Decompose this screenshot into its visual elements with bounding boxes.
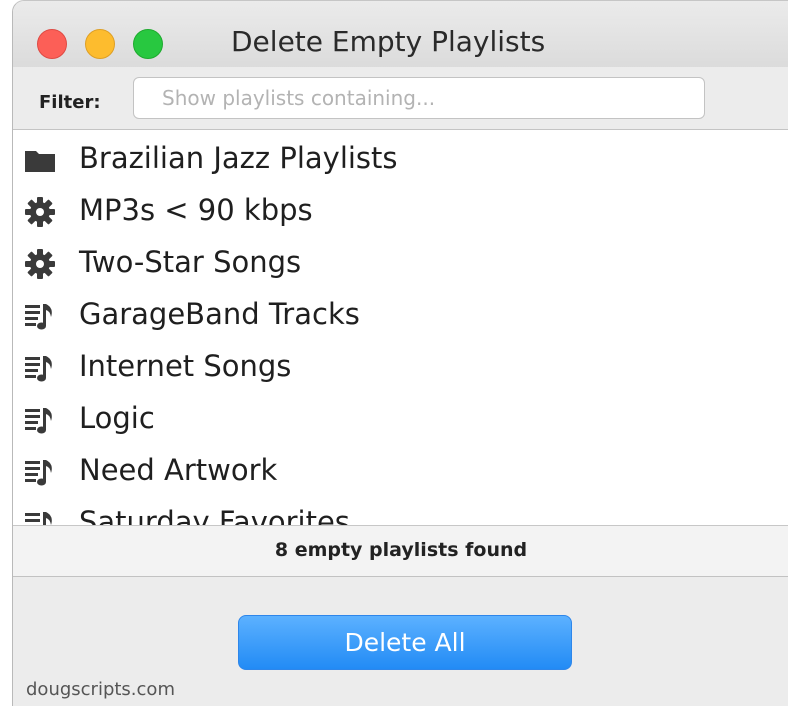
window-title: Delete Empty Playlists xyxy=(231,25,546,58)
gear-icon xyxy=(25,197,55,227)
footer-credit: dougscripts.com xyxy=(26,679,175,700)
filter-bar: Filter: xyxy=(13,67,788,130)
playlist-icon xyxy=(25,304,52,330)
minimize-window-button[interactable] xyxy=(85,29,115,59)
playlist-label: Internet Songs xyxy=(79,349,292,383)
gear-icon xyxy=(25,249,55,279)
delete-all-button[interactable]: Delete All xyxy=(238,615,572,670)
playlist-label: Logic xyxy=(79,401,155,435)
playlist-label: MP3s < 90 kbps xyxy=(79,193,313,227)
playlist-icon xyxy=(25,408,52,434)
filter-input[interactable] xyxy=(133,77,705,119)
playlist-label: Need Artwork xyxy=(79,453,278,487)
playlist-icon xyxy=(25,460,52,486)
status-text: 8 empty playlists found xyxy=(274,539,528,561)
playlist-icon xyxy=(25,356,52,382)
playlist-label: Saturday Favorites xyxy=(79,505,350,526)
playlist-item[interactable]: Two-Star Songs xyxy=(13,238,788,290)
folder-icon xyxy=(25,151,55,172)
playlist-label: GarageBand Tracks xyxy=(79,297,360,331)
zoom-window-button[interactable] xyxy=(133,29,163,59)
playlist-item[interactable]: Brazilian Jazz Playlists xyxy=(13,134,788,186)
playlist-label: Two-Star Songs xyxy=(79,245,302,279)
status-bar: 8 empty playlists found xyxy=(13,526,788,577)
playlist-list[interactable]: Brazilian Jazz Playlists MP3s < 90 kbps xyxy=(13,130,788,526)
playlist-label: Brazilian Jazz Playlists xyxy=(79,141,398,175)
playlist-icon xyxy=(25,512,52,525)
playlist-item[interactable]: Internet Songs xyxy=(13,342,788,394)
playlist-item[interactable]: Saturday Favorites xyxy=(13,498,788,526)
playlist-item[interactable]: Need Artwork xyxy=(13,446,788,498)
app-window: Delete Empty Playlists Filter: Brazilian… xyxy=(12,0,788,706)
playlist-item[interactable]: GarageBand Tracks xyxy=(13,290,788,342)
playlist-item[interactable]: MP3s < 90 kbps xyxy=(13,186,788,238)
close-window-button[interactable] xyxy=(37,29,67,59)
playlist-item[interactable]: Logic xyxy=(13,394,788,446)
filter-label: Filter: xyxy=(39,92,101,113)
